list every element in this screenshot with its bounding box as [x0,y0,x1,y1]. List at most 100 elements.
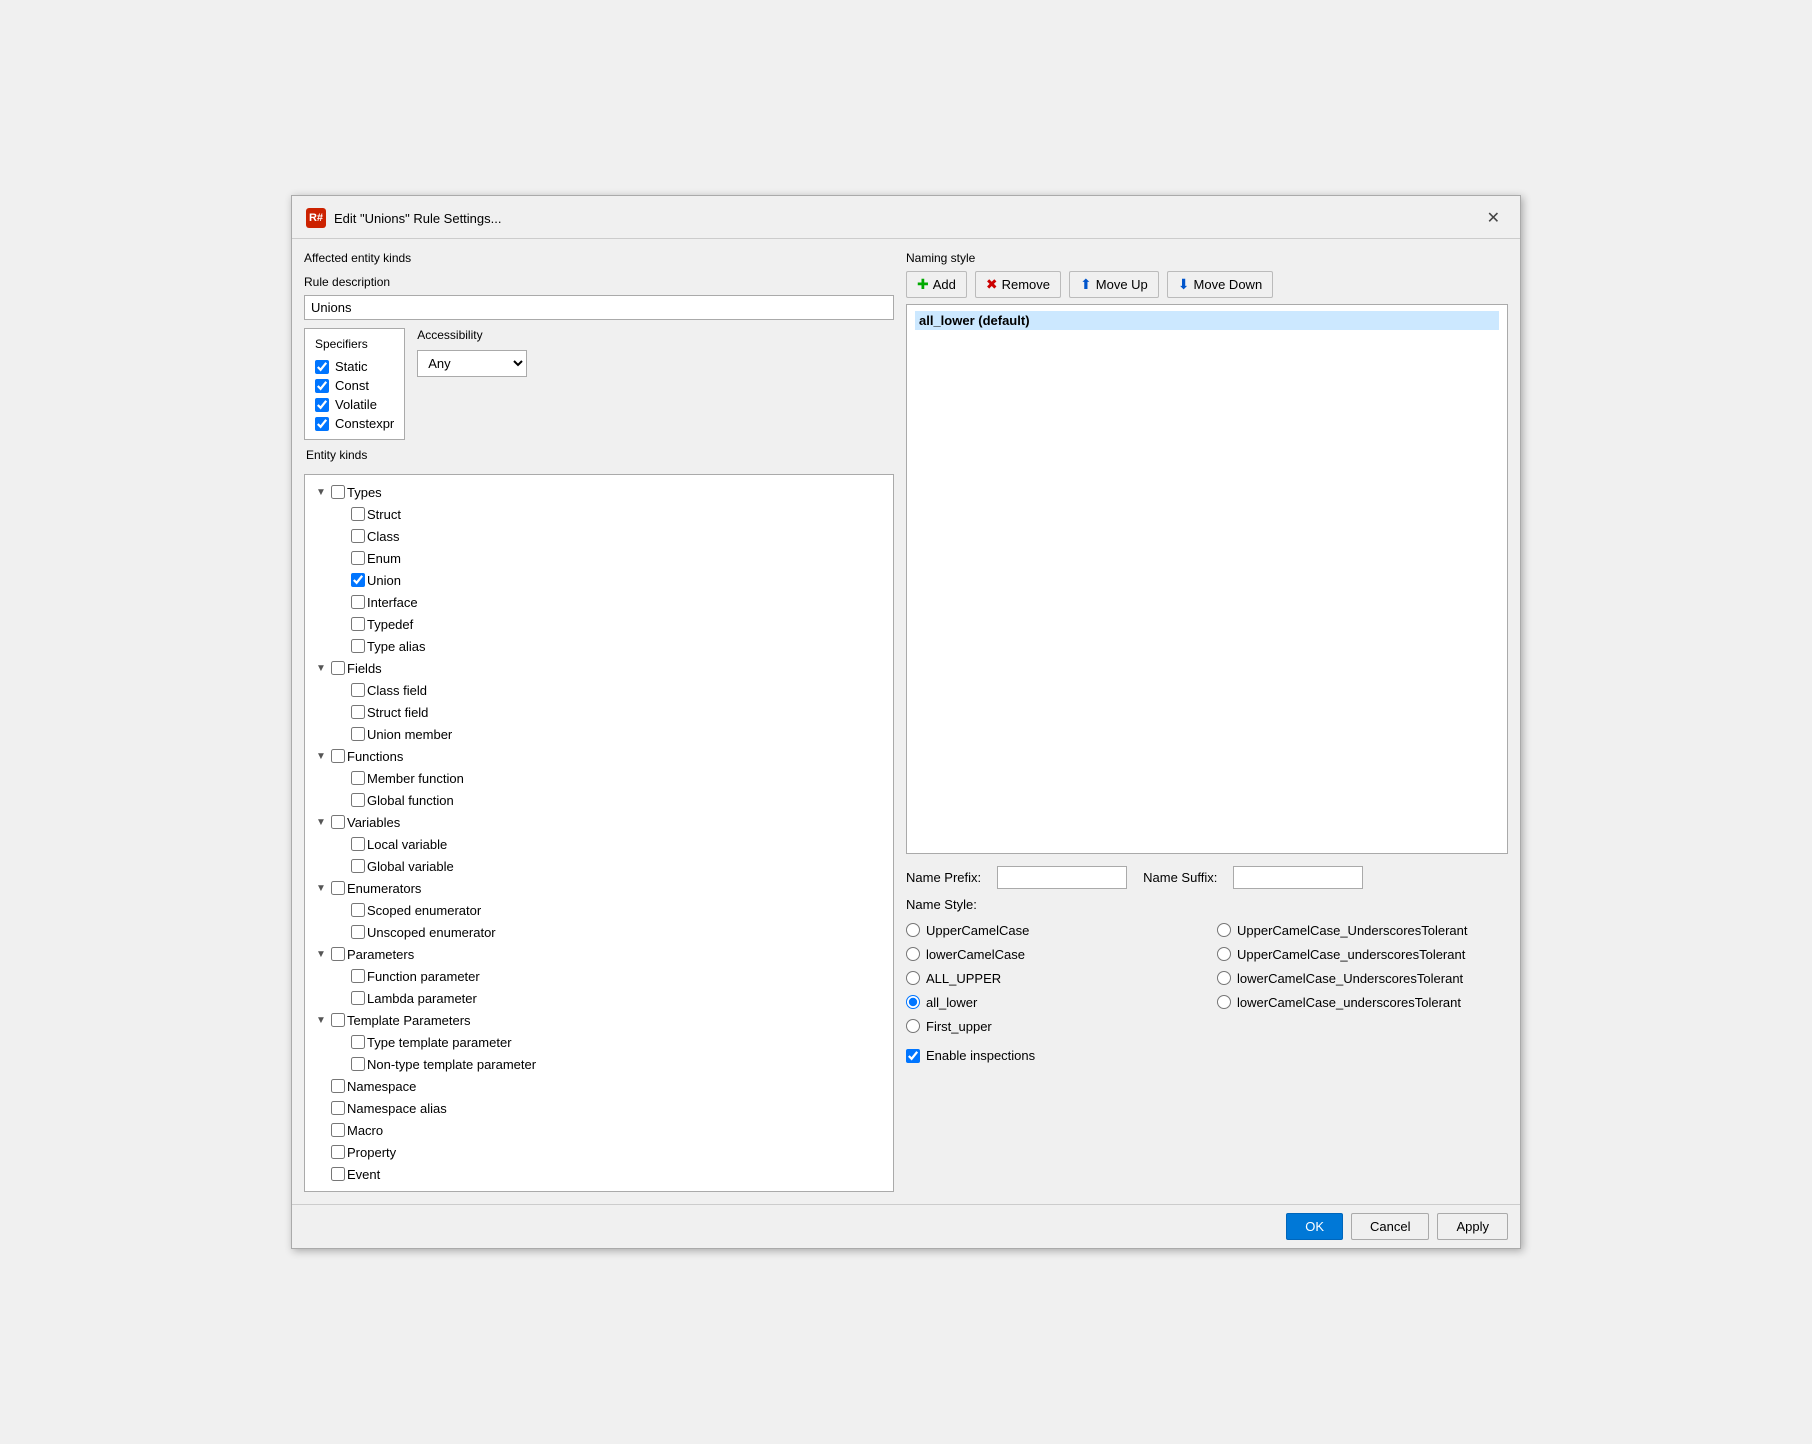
tree-row-union-member[interactable]: Union member [309,723,889,745]
namespace-checkbox[interactable] [331,1079,345,1093]
tree-row-functions[interactable]: ▼ Functions [309,745,889,767]
enable-inspections-checkbox[interactable] [906,1049,920,1063]
radio-lower-camel[interactable]: lowerCamelCase [906,942,1197,966]
radio-first-upper-input[interactable] [906,1019,920,1033]
tree-row-enum[interactable]: Enum [309,547,889,569]
fields-checkbox[interactable] [331,661,345,675]
tree-row-interface[interactable]: Interface [309,591,889,613]
tree-row-class-field[interactable]: Class field [309,679,889,701]
radio-upper-camel-ut-input[interactable] [1217,923,1231,937]
specifier-static[interactable]: Static [315,359,394,374]
radio-all-upper[interactable]: ALL_UPPER [906,966,1197,990]
expand-types-icon[interactable]: ▼ [313,484,329,500]
specifier-const[interactable]: Const [315,378,394,393]
tree-row-enumerators[interactable]: ▼ Enumerators [309,877,889,899]
move-up-button[interactable]: ⬆ Move Up [1069,271,1159,298]
tree-row-macro[interactable]: Macro [309,1119,889,1141]
tree-row-local-variable[interactable]: Local variable [309,833,889,855]
expand-functions-icon[interactable]: ▼ [313,748,329,764]
radio-upper-camel[interactable]: UpperCamelCase [906,918,1197,942]
class-checkbox[interactable] [351,529,365,543]
unscoped-enumerator-checkbox[interactable] [351,925,365,939]
radio-upper-camel-input[interactable] [906,923,920,937]
rule-desc-input[interactable] [304,295,894,320]
typedef-checkbox[interactable] [351,617,365,631]
tree-row-property[interactable]: Property [309,1141,889,1163]
expand-parameters-icon[interactable]: ▼ [313,946,329,962]
enable-inspections-row[interactable]: Enable inspections [906,1048,1508,1063]
specifier-constexpr[interactable]: Constexpr [315,416,394,431]
close-button[interactable]: ✕ [1481,206,1506,230]
class-field-checkbox[interactable] [351,683,365,697]
ok-button[interactable]: OK [1286,1213,1343,1240]
remove-button[interactable]: ✖ Remove [975,271,1061,298]
tree-row-struct-field[interactable]: Struct field [309,701,889,723]
member-function-checkbox[interactable] [351,771,365,785]
tree-row-fields[interactable]: ▼ Fields [309,657,889,679]
tree-row-template-params[interactable]: ▼ Template Parameters [309,1009,889,1031]
variables-checkbox[interactable] [331,815,345,829]
interface-checkbox[interactable] [351,595,365,609]
type-alias-checkbox[interactable] [351,639,365,653]
radio-upper-camel-ut[interactable]: UpperCamelCase_UnderscoresTolerant [1217,918,1508,942]
types-checkbox[interactable] [331,485,345,499]
radio-lower-camel-ut2-input[interactable] [1217,995,1231,1009]
radio-lower-camel-input[interactable] [906,947,920,961]
naming-list-item[interactable]: all_lower (default) [915,311,1499,330]
tree-row-non-type-template-param[interactable]: Non-type template parameter [309,1053,889,1075]
expand-fields-icon[interactable]: ▼ [313,660,329,676]
function-param-checkbox[interactable] [351,969,365,983]
tree-row-parameters[interactable]: ▼ Parameters [309,943,889,965]
non-type-template-param-checkbox[interactable] [351,1057,365,1071]
specifier-static-checkbox[interactable] [315,360,329,374]
type-template-param-checkbox[interactable] [351,1035,365,1049]
expand-enumerators-icon[interactable]: ▼ [313,880,329,896]
scoped-enumerator-checkbox[interactable] [351,903,365,917]
parameters-checkbox[interactable] [331,947,345,961]
union-checkbox[interactable] [351,573,365,587]
tree-row-lambda-param[interactable]: Lambda parameter [309,987,889,1009]
tree-row-global-variable[interactable]: Global variable [309,855,889,877]
property-checkbox[interactable] [331,1145,345,1159]
specifier-const-checkbox[interactable] [315,379,329,393]
enum-checkbox[interactable] [351,551,365,565]
add-button[interactable]: ✚ Add [906,271,967,298]
tree-row-type-template-param[interactable]: Type template parameter [309,1031,889,1053]
radio-all-upper-input[interactable] [906,971,920,985]
move-down-button[interactable]: ⬇ Move Down [1167,271,1273,298]
tree-row-namespace[interactable]: Namespace [309,1075,889,1097]
radio-all-lower[interactable]: all_lower [906,990,1197,1014]
cancel-button[interactable]: Cancel [1351,1213,1429,1240]
union-member-checkbox[interactable] [351,727,365,741]
local-variable-checkbox[interactable] [351,837,365,851]
tree-row-type-alias[interactable]: Type alias [309,635,889,657]
tree-row-member-function[interactable]: Member function [309,767,889,789]
event-checkbox[interactable] [331,1167,345,1181]
global-variable-checkbox[interactable] [351,859,365,873]
tree-row-namespace-alias[interactable]: Namespace alias [309,1097,889,1119]
namespace-alias-checkbox[interactable] [331,1101,345,1115]
radio-upper-camel-ut2-input[interactable] [1217,947,1231,961]
global-function-checkbox[interactable] [351,793,365,807]
lambda-param-checkbox[interactable] [351,991,365,1005]
specifier-volatile[interactable]: Volatile [315,397,394,412]
tree-row-unscoped-enumerator[interactable]: Unscoped enumerator [309,921,889,943]
struct-field-checkbox[interactable] [351,705,365,719]
struct-checkbox[interactable] [351,507,365,521]
radio-upper-camel-ut2[interactable]: UpperCamelCase_underscoresTolerant [1217,942,1508,966]
tree-row-function-param[interactable]: Function parameter [309,965,889,987]
radio-first-upper[interactable]: First_upper [906,1014,1197,1038]
radio-lower-camel-ut2[interactable]: lowerCamelCase_underscoresTolerant [1217,990,1508,1014]
tree-row-scoped-enumerator[interactable]: Scoped enumerator [309,899,889,921]
functions-checkbox[interactable] [331,749,345,763]
tree-row-class[interactable]: Class [309,525,889,547]
radio-lower-camel-ut-input[interactable] [1217,971,1231,985]
enumerators-checkbox[interactable] [331,881,345,895]
name-suffix-input[interactable] [1233,866,1363,889]
template-params-checkbox[interactable] [331,1013,345,1027]
name-prefix-input[interactable] [997,866,1127,889]
tree-row-types[interactable]: ▼ Types [309,481,889,503]
macro-checkbox[interactable] [331,1123,345,1137]
radio-all-lower-input[interactable] [906,995,920,1009]
expand-variables-icon[interactable]: ▼ [313,814,329,830]
